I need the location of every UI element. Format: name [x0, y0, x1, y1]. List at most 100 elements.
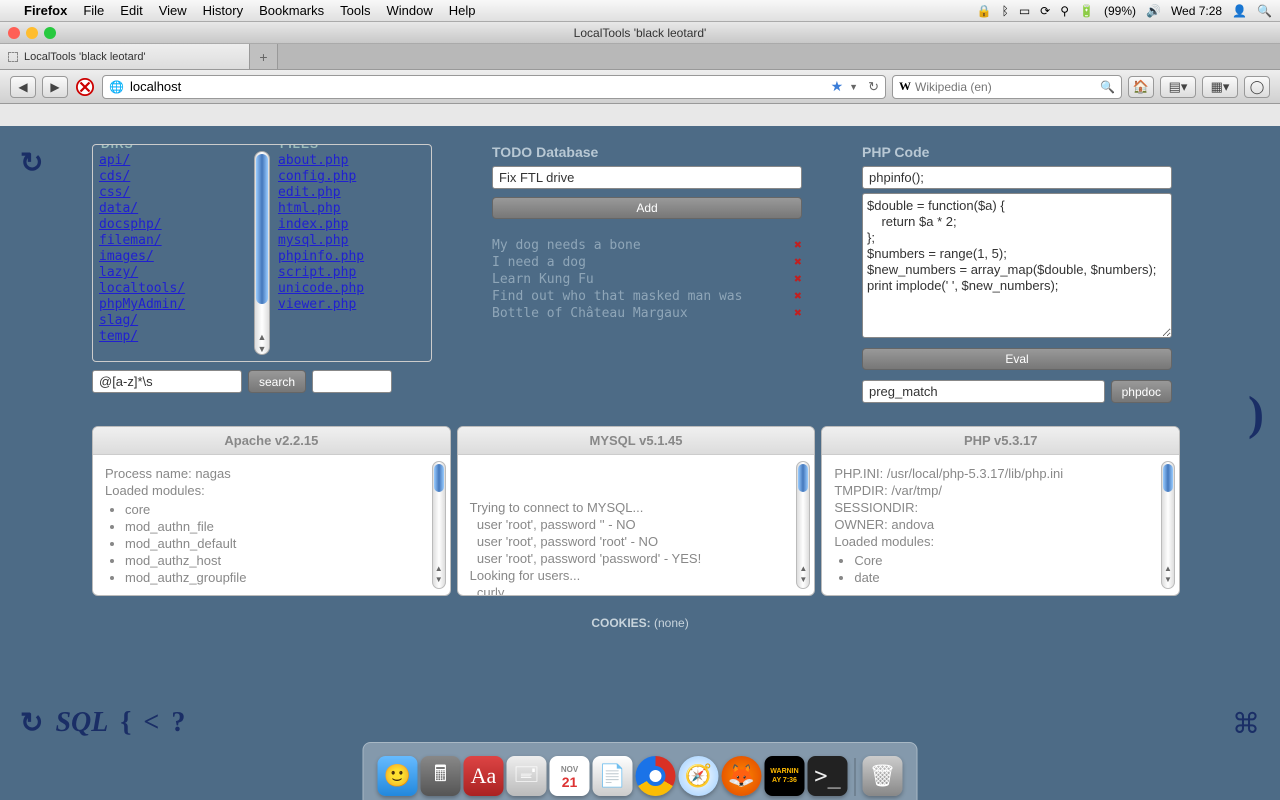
dir-link[interactable]: cds/ [99, 169, 246, 185]
eval-button[interactable]: Eval [862, 348, 1172, 370]
dir-link[interactable]: images/ [99, 249, 246, 265]
display-icon[interactable]: ▭ [1019, 4, 1030, 18]
url-input[interactable] [130, 79, 825, 94]
app-name[interactable]: Firefox [24, 3, 67, 18]
bookmark-star-icon[interactable]: ★ [831, 78, 844, 95]
dock-textedit-icon[interactable]: 📄 [593, 756, 633, 796]
dir-link[interactable]: lazy/ [99, 265, 246, 281]
refresh-footer-icon[interactable]: ↻ [20, 706, 43, 740]
dock-calendar-icon[interactable]: NOV21 [550, 756, 590, 796]
phpdoc-button[interactable]: phpdoc [1111, 380, 1172, 403]
phpdoc-input[interactable] [862, 380, 1105, 403]
menu-history[interactable]: History [203, 3, 243, 18]
file-link[interactable]: mysql.php [278, 233, 425, 249]
file-link[interactable]: about.php [278, 153, 425, 169]
file-link[interactable]: edit.php [278, 185, 425, 201]
back-button[interactable]: ◀ [10, 76, 36, 98]
refresh-icon[interactable]: ↻ [20, 146, 43, 179]
home-button[interactable]: 🏠 [1128, 76, 1154, 98]
search-input[interactable] [915, 80, 1096, 94]
dock-safari-icon[interactable]: 🧭 [679, 756, 719, 796]
menu-edit[interactable]: Edit [120, 3, 142, 18]
site-identity-icon[interactable]: 🌐 [109, 80, 124, 94]
help-link[interactable]: ? [171, 707, 185, 739]
url-bar[interactable]: 🌐 ★ ▼ ↻ [102, 75, 886, 99]
dock-console-icon[interactable]: WARNINAY 7:36 [765, 756, 805, 796]
minimize-window-button[interactable] [26, 27, 38, 39]
battery-icon[interactable]: 🔋 [1079, 4, 1094, 18]
delete-todo-icon[interactable]: ✖ [794, 288, 802, 305]
file-link[interactable]: viewer.php [278, 297, 425, 313]
dir-link[interactable]: docsphp/ [99, 217, 246, 233]
add-button[interactable]: Add [492, 197, 802, 219]
user-icon[interactable]: 👤 [1232, 4, 1247, 18]
noscript-icon[interactable] [74, 76, 96, 98]
dock-trash-icon[interactable]: 🗑 [863, 756, 903, 796]
menu-tools[interactable]: Tools [340, 3, 370, 18]
menu-file[interactable]: File [83, 3, 104, 18]
lt-link[interactable]: < [143, 707, 159, 739]
search-engine-icon[interactable]: W [899, 79, 911, 94]
delete-todo-icon[interactable]: ✖ [794, 254, 802, 271]
dir-link[interactable]: temp/ [99, 329, 246, 345]
panel-scrollbar[interactable]: ▲▼ [432, 461, 446, 589]
clock[interactable]: Wed 7:28 [1171, 4, 1222, 18]
dir-link[interactable]: css/ [99, 185, 246, 201]
filter-input[interactable] [312, 370, 392, 393]
dir-link[interactable]: phpMyAdmin/ [99, 297, 246, 313]
dir-link[interactable]: localtools/ [99, 281, 246, 297]
scrollbar[interactable]: ▲ ▼ [254, 151, 270, 355]
panel-scrollbar[interactable]: ▲▼ [1161, 461, 1175, 589]
dock-dictionary-icon[interactable]: Aa [464, 756, 504, 796]
dock-mail-icon[interactable]: 🖃 [507, 756, 547, 796]
file-link[interactable]: script.php [278, 265, 425, 281]
feed-button[interactable]: ▦▾ [1202, 76, 1238, 98]
dock-calculator-icon[interactable]: 🖩 [421, 756, 461, 796]
file-link[interactable]: config.php [278, 169, 425, 185]
lock-icon[interactable]: 🔒 [977, 4, 992, 18]
delete-todo-icon[interactable]: ✖ [794, 305, 802, 322]
spotlight-icon[interactable]: 🔍 [1257, 4, 1272, 18]
menu-view[interactable]: View [159, 3, 187, 18]
search-submit-icon[interactable]: 🔍 [1100, 80, 1115, 94]
php-input[interactable] [862, 166, 1172, 189]
dock-terminal-icon[interactable]: >_ [808, 756, 848, 796]
dir-link[interactable]: fileman/ [99, 233, 246, 249]
dock-firefox-icon[interactable]: 🦊 [722, 756, 762, 796]
scroll-thumb[interactable] [256, 154, 268, 304]
php-code-area[interactable]: $double = function($a) { return $a * 2; … [862, 193, 1172, 338]
bluetooth-icon[interactable]: ᛒ [1002, 4, 1009, 18]
menu-window[interactable]: Window [387, 3, 433, 18]
sql-link[interactable]: SQL [55, 707, 108, 739]
search-bar[interactable]: W 🔍 [892, 75, 1122, 99]
new-tab-button[interactable]: + [250, 44, 278, 69]
brace-link[interactable]: { [120, 707, 131, 739]
extension-button[interactable]: ◯ [1244, 76, 1270, 98]
command-icon[interactable]: ⌘ [1232, 707, 1260, 740]
delete-todo-icon[interactable]: ✖ [794, 237, 802, 254]
forward-button[interactable]: ▶ [42, 76, 68, 98]
volume-icon[interactable]: 🔊 [1146, 4, 1161, 18]
file-link[interactable]: index.php [278, 217, 425, 233]
file-link[interactable]: phpinfo.php [278, 249, 425, 265]
panel-scrollbar[interactable]: ▲▼ [796, 461, 810, 589]
tab-active[interactable]: LocalTools 'black leotard' [0, 44, 250, 69]
sync-icon[interactable]: ⟳ [1040, 4, 1050, 18]
menu-bookmarks[interactable]: Bookmarks [259, 3, 324, 18]
todo-input[interactable] [492, 166, 802, 189]
zoom-window-button[interactable] [44, 27, 56, 39]
dir-link[interactable]: data/ [99, 201, 246, 217]
reload-icon[interactable]: ↻ [868, 79, 879, 95]
file-link[interactable]: unicode.php [278, 281, 425, 297]
scroll-down-icon[interactable]: ▼ [255, 344, 269, 354]
delete-todo-icon[interactable]: ✖ [794, 271, 802, 288]
url-dropdown-icon[interactable]: ▼ [849, 82, 858, 92]
dock-chrome-icon[interactable] [636, 756, 676, 796]
paren-icon[interactable]: ) [1248, 386, 1264, 441]
dock-finder-icon[interactable]: 🙂 [378, 756, 418, 796]
wifi-icon[interactable]: ⚲ [1060, 4, 1069, 18]
search-button[interactable]: search [248, 370, 306, 393]
dir-link[interactable]: slag/ [99, 313, 246, 329]
regex-input[interactable] [92, 370, 242, 393]
file-link[interactable]: html.php [278, 201, 425, 217]
